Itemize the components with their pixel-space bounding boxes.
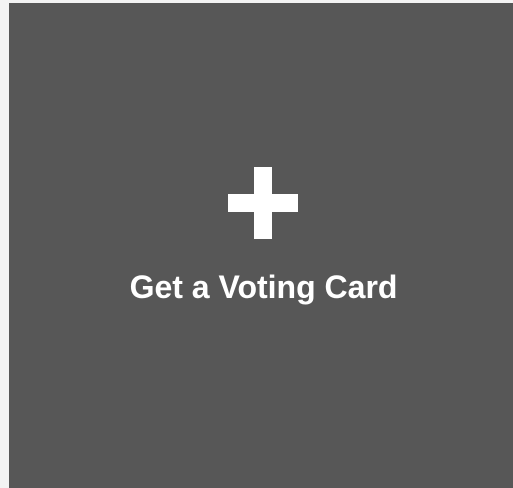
get-voting-card-button[interactable]: Get a Voting Card [9,3,513,488]
plus-icon [228,167,298,239]
get-voting-card-label: Get a Voting Card [129,269,398,305]
